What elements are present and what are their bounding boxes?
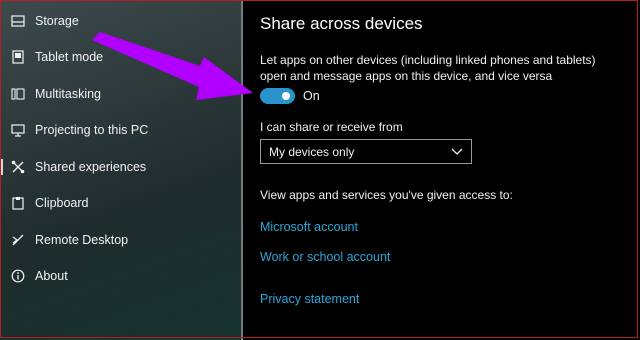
setting-description: Let apps on other devices (including lin…: [260, 53, 596, 83]
privacy-statement-link[interactable]: Privacy statement: [260, 292, 359, 306]
sidebar-item-projecting[interactable]: Projecting to this PC: [0, 113, 241, 147]
projecting-icon: [10, 122, 26, 138]
settings-panel: Share across devices Let apps on other d…: [243, 0, 638, 340]
annotation-arrow: [92, 32, 253, 100]
sidebar-item-about[interactable]: About: [0, 259, 241, 293]
share-from-label: I can share or receive from: [260, 120, 403, 134]
sidebar-item-label: Shared experiences: [35, 160, 147, 174]
sidebar-item-label: Projecting to this PC: [35, 123, 149, 137]
shared-experiences-icon: [10, 159, 26, 175]
sidebar-item-remote-desktop[interactable]: Remote Desktop: [0, 223, 241, 257]
sidebar-item-label: Clipboard: [35, 196, 89, 210]
remote-desktop-icon: [10, 232, 26, 248]
sidebar-item-label: About: [35, 269, 68, 283]
chevron-down-icon: [451, 143, 463, 161]
share-from-dropdown[interactable]: My devices only: [260, 139, 472, 164]
sidebar-item-shared-experiences[interactable]: Shared experiences: [0, 150, 241, 184]
info-icon: [10, 268, 26, 284]
sidebar-item-clipboard[interactable]: Clipboard: [0, 186, 241, 220]
sidebar-item-label: Remote Desktop: [35, 233, 129, 247]
clipboard-icon: [10, 195, 26, 211]
access-label: View apps and services you've given acce…: [260, 188, 513, 202]
microsoft-account-link[interactable]: Microsoft account: [260, 220, 358, 234]
toggle-state-label: On: [303, 89, 320, 103]
dropdown-value: My devices only: [269, 144, 355, 159]
work-school-account-link[interactable]: Work or school account: [260, 250, 390, 264]
